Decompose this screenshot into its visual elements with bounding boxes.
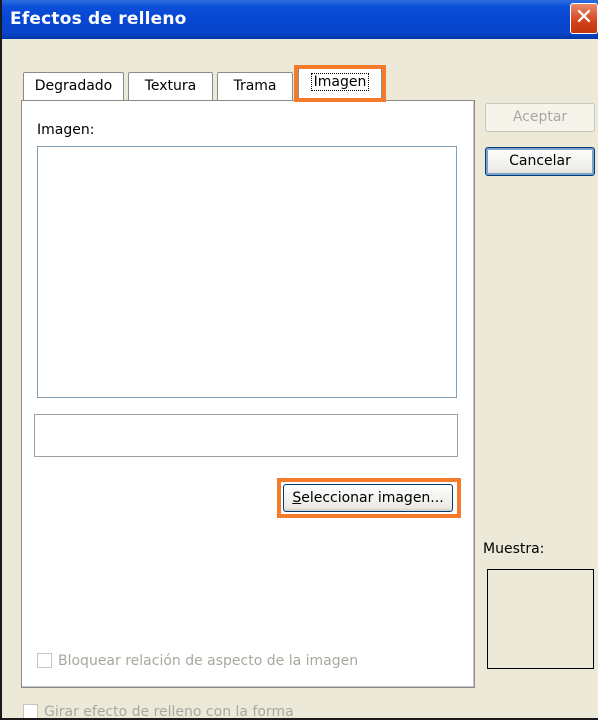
tab-textura[interactable]: Textura [128,72,213,100]
tab-imagen[interactable]: Imagen [298,67,382,101]
image-name-field [34,414,458,457]
preview-box [487,569,594,669]
tab-degradado[interactable]: Degradado [23,72,124,100]
close-icon[interactable]: ✕ [570,3,598,34]
lock-aspect-label: Bloquear relación de aspecto de la image… [58,653,359,669]
lock-aspect-checkbox[interactable] [37,653,52,668]
rotate-with-shape-checkbox[interactable] [23,704,38,718]
tab-label: Degradado [34,78,113,94]
tab-label: Imagen [310,73,370,91]
tab-label: Textura [144,78,197,94]
accept-button[interactable]: Aceptar [485,103,595,132]
select-image-label: eleccionar imagen... [301,490,444,506]
cancel-button[interactable]: Cancelar [485,147,595,176]
title-bar[interactable]: Efectos de relleno ✕ [2,0,598,39]
select-image-mnemonic: S [292,490,302,506]
tab-label: Trama [233,78,277,94]
lock-aspect-option[interactable]: Bloquear relación de aspecto de la image… [37,653,358,669]
image-label: Imagen: [37,122,95,138]
preview-label: Muestra: [483,541,545,557]
dialog-title: Efectos de relleno [10,9,187,29]
tab-trama[interactable]: Trama [217,72,293,100]
image-preview-area [37,146,457,398]
rotate-with-shape-option[interactable]: Girar efecto de relleno con la forma [23,704,294,720]
select-image-button[interactable]: Seleccionar imagen... [283,484,453,512]
rotate-with-shape-label: Girar efecto de relleno con la forma [44,704,294,720]
fill-effects-dialog: Efectos de relleno ✕ Degradado Textura T… [0,0,598,720]
